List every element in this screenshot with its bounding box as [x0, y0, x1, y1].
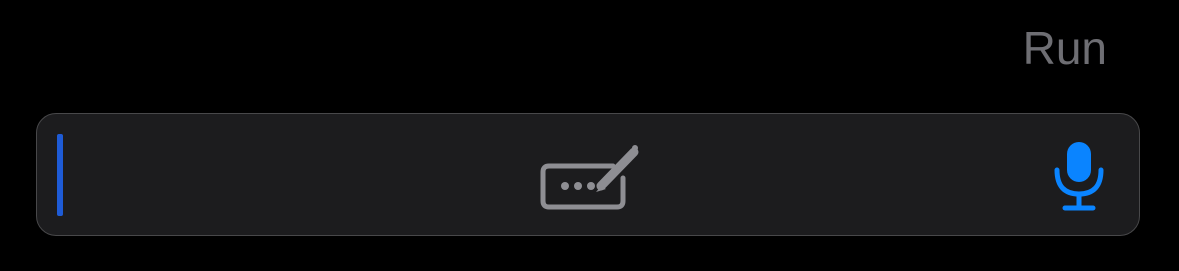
text-input-field[interactable] — [51, 128, 495, 222]
microphone-icon — [1054, 142, 1104, 211]
input-bar — [36, 113, 1140, 236]
text-cursor — [57, 134, 63, 216]
microphone-button[interactable] — [1053, 140, 1105, 212]
keyboard-pencil-icon — [540, 145, 639, 210]
scribble-button[interactable] — [539, 142, 643, 212]
run-button[interactable]: Run — [1023, 20, 1107, 76]
